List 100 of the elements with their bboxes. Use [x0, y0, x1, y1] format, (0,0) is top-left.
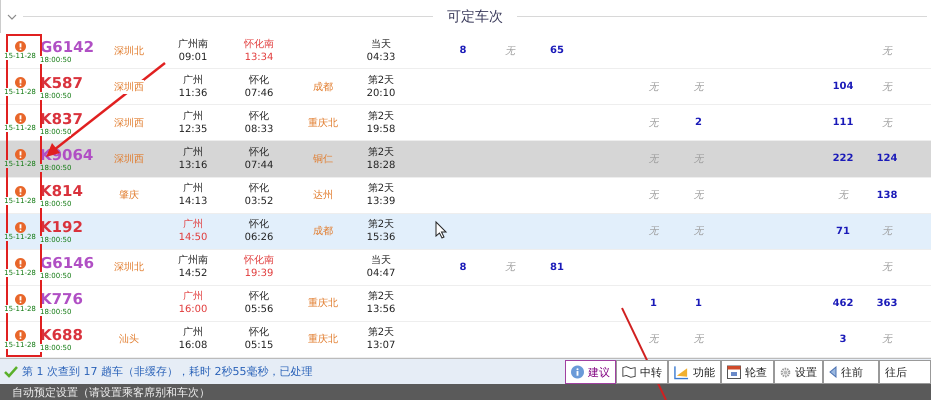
toolbar-button[interactable]: 中转 — [616, 360, 668, 384]
warning-icon — [14, 41, 26, 52]
origin-station: 汕头 — [119, 332, 139, 346]
seat-count: 无 — [694, 333, 704, 346]
terminal-station: 成都 — [313, 224, 333, 238]
arrival-cell: 怀化 03:52 — [244, 182, 274, 208]
chart-icon — [674, 364, 689, 380]
warning-icon — [14, 294, 26, 305]
status-message: 第 1 次查到 17 趟车（非缓存），耗时 2秒55毫秒，已处理 — [22, 364, 312, 380]
arrival-cell: 怀化 07:44 — [244, 146, 274, 172]
seat-count: 104 — [832, 81, 854, 92]
footer-text: 自动预定设置（请设置乘客席别和车次） — [12, 384, 210, 400]
calendar-icon — [727, 365, 741, 380]
warning-icon — [14, 186, 26, 197]
terminal-station: 重庆北 — [308, 296, 338, 310]
duration-cell: 第2天 13:56 — [366, 290, 396, 316]
seat-count: 462 — [832, 298, 854, 309]
origin-station: 深圳西 — [114, 80, 144, 94]
toolbar-button[interactable]: 往前 — [823, 360, 879, 384]
seat-count: 无 — [882, 80, 892, 94]
seat-count: 无 — [648, 189, 658, 202]
train-number: K776 — [40, 290, 83, 308]
seat-count: 无 — [505, 261, 515, 274]
toolbar-button[interactable]: 往后 — [879, 360, 931, 384]
duration-cell: 第2天 15:36 — [366, 218, 396, 244]
seat-count: 无 — [882, 225, 892, 238]
departure-cell: 广州 16:08 — [178, 326, 208, 352]
train-number: G6146 — [40, 254, 94, 272]
arrival-cell: 怀化 07:46 — [244, 74, 274, 100]
arrival-cell: 怀化 06:26 — [244, 218, 274, 244]
seat-count: 124 — [876, 153, 898, 164]
arrival-cell: 怀化 05:15 — [244, 326, 274, 352]
train-number: K837 — [40, 110, 83, 128]
section-title: 可定车次 — [446, 8, 504, 26]
terminal-station: 重庆北 — [308, 332, 338, 346]
warning-icon — [14, 113, 26, 124]
seat-count: 无 — [505, 44, 515, 58]
seat-count: 无 — [694, 225, 704, 238]
origin-station: 深圳西 — [114, 152, 144, 166]
departure-cell: 广州南 14:52 — [178, 254, 208, 280]
departure-cell: 广州 14:50 — [178, 218, 208, 244]
departure-cell: 广州 14:13 — [178, 182, 208, 208]
departure-cell: 广州 11:36 — [178, 74, 208, 100]
left-triangle-icon — [829, 366, 837, 378]
duration-cell: 第2天 19:58 — [366, 110, 396, 136]
duration-cell: 第2天 13:39 — [366, 182, 396, 208]
duration-cell: 第2天 20:10 — [366, 74, 396, 100]
seat-count: 1 — [650, 298, 657, 309]
warning-icon — [14, 222, 26, 233]
seat-count: 无 — [694, 80, 704, 94]
seat-count: 无 — [838, 189, 848, 202]
checkmark-icon — [4, 366, 18, 378]
duration-cell: 当天 04:33 — [366, 38, 396, 64]
seat-count: 81 — [550, 262, 564, 273]
map-icon — [622, 365, 636, 380]
train-number: K587 — [40, 74, 83, 92]
toolbar-button[interactable]: 功能 — [668, 360, 721, 384]
seat-count: 71 — [836, 226, 850, 237]
seat-count: 无 — [648, 333, 658, 346]
seat-count: 无 — [882, 44, 892, 58]
origin-station: 深圳北 — [114, 260, 144, 274]
toolbar-button[interactable]: 设置 — [774, 360, 823, 384]
seat-count: 2 — [695, 117, 702, 128]
toolbar-button[interactable]: 建议 — [565, 360, 616, 384]
duration-cell: 第2天 18:28 — [366, 146, 396, 172]
departure-cell: 广州 12:35 — [178, 110, 208, 136]
departure-cell: 广州南 09:01 — [178, 38, 208, 64]
seat-count: 无 — [882, 116, 892, 130]
warning-icon — [14, 330, 26, 341]
seat-count: 无 — [882, 261, 892, 274]
terminal-station: 达州 — [313, 188, 333, 202]
seat-count: 222 — [832, 153, 854, 164]
warning-icon — [14, 258, 26, 269]
origin-station: 深圳西 — [114, 116, 144, 130]
seat-count: 3 — [840, 334, 846, 345]
seat-count: 8 — [460, 45, 466, 56]
origin-station: 深圳北 — [114, 44, 144, 58]
train-number: K814 — [40, 182, 83, 200]
seat-count: 1 — [695, 298, 702, 309]
info-icon — [571, 365, 584, 380]
departure-cell: 广州 16:00 — [178, 290, 208, 316]
seat-count: 无 — [694, 152, 704, 166]
chevron-down-icon[interactable] — [7, 14, 17, 20]
seat-count: 无 — [882, 333, 892, 346]
duration-cell: 第2天 13:07 — [366, 326, 396, 352]
seat-count: 无 — [648, 152, 658, 166]
arrival-cell: 怀化 05:56 — [244, 290, 274, 316]
mouse-cursor-icon — [436, 220, 448, 239]
departure-cell: 广州 13:16 — [178, 146, 208, 172]
seat-count: 无 — [648, 116, 658, 130]
terminal-station: 成都 — [313, 80, 333, 94]
toolbar-button[interactable]: 轮查 — [721, 360, 774, 384]
seat-count: 111 — [832, 117, 854, 128]
arrival-cell: 怀化南 13:34 — [244, 38, 274, 64]
duration-cell: 当天 04:47 — [366, 254, 396, 280]
train-number: G6142 — [40, 38, 94, 56]
seat-count: 65 — [550, 45, 564, 56]
origin-station: 肇庆 — [119, 188, 139, 202]
terminal-station: 重庆北 — [308, 116, 338, 130]
seat-count: 无 — [648, 225, 658, 238]
